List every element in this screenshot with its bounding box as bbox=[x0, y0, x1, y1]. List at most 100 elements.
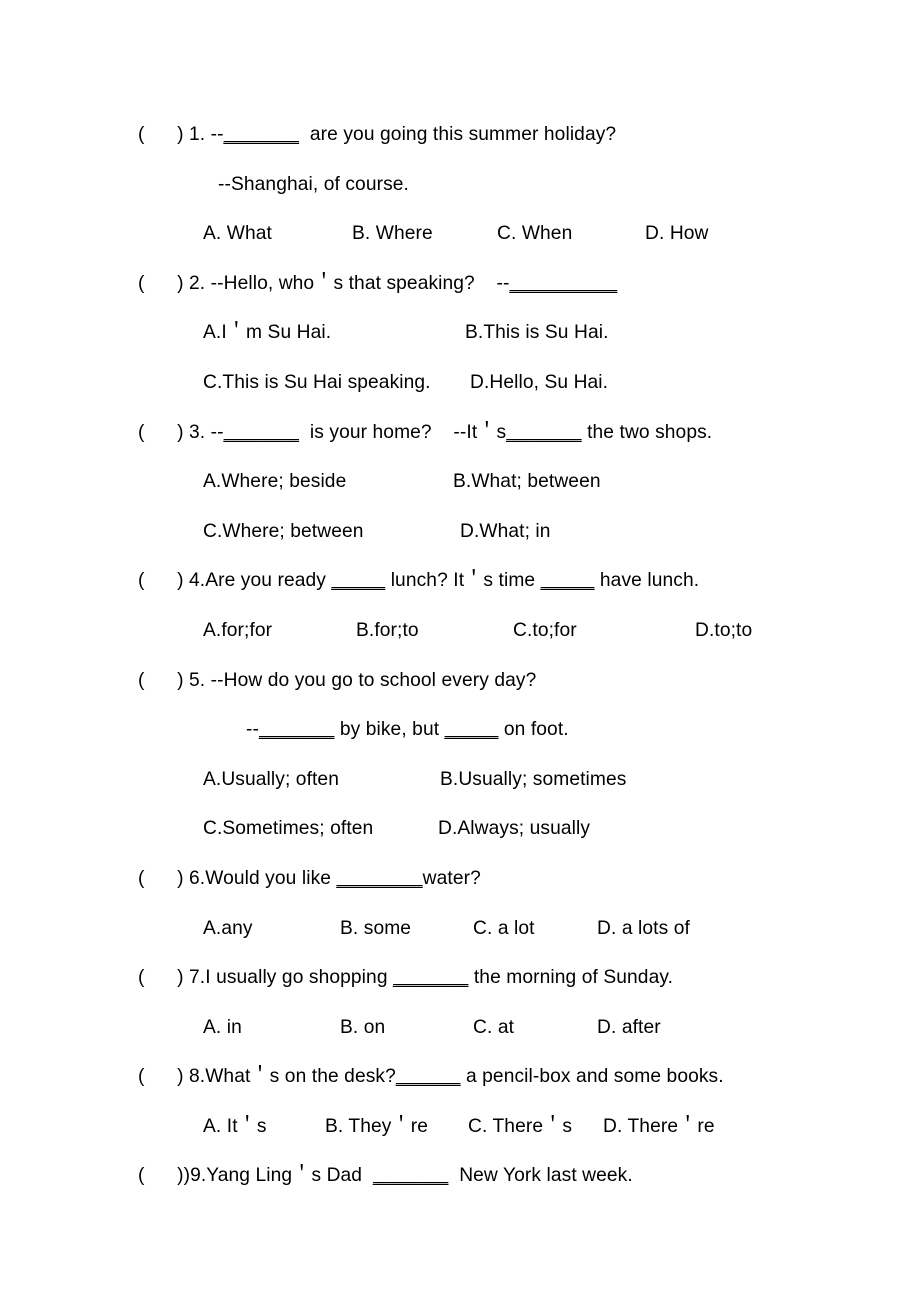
question-2-stem-prefix: 2. --Hello, who＇s that speaking? -- bbox=[183, 272, 510, 294]
answer-bracket-4[interactable]: ( ) bbox=[138, 556, 184, 606]
question-7: ( ) 7.I usually go shopping _______ the … bbox=[0, 953, 920, 1052]
question-2-options-row-2: C.This is Su Hai speaking. D.Hello, Su Ha… bbox=[0, 358, 920, 408]
option-d[interactable]: D.to;to bbox=[695, 606, 752, 656]
option-b[interactable]: B.What; between bbox=[453, 457, 601, 507]
question-7-stem: ( ) 7.I usually go shopping _______ the … bbox=[0, 953, 920, 1003]
question-6-stem-suffix: water? bbox=[422, 867, 481, 889]
question-5-options-row-2: C.Sometimes; often D.Always; usually bbox=[0, 804, 920, 854]
question-3-options-row-1: A.Where; beside B.What; between bbox=[0, 457, 920, 507]
question-5: ( ) 5. --How do you go to school every d… bbox=[0, 656, 920, 854]
question-8-stem: ( ) 8.What＇s on the desk?______ a pencil… bbox=[0, 1052, 920, 1102]
question-3-blank-2: _______ bbox=[506, 421, 582, 443]
option-c[interactable]: C. at bbox=[473, 1003, 597, 1053]
option-d[interactable]: D. a lots of bbox=[597, 904, 690, 954]
option-c[interactable]: C.This is Su Hai speaking. bbox=[203, 358, 470, 408]
question-5-options-row-1: A.Usually; often B.Usually; sometimes bbox=[0, 755, 920, 805]
option-a[interactable]: A. in bbox=[203, 1003, 340, 1053]
option-b[interactable]: B. Where bbox=[352, 209, 497, 259]
question-4-options: A.for;for B.for;to C.to;for D.to;to bbox=[0, 606, 920, 656]
question-5-reply-blank-1: _______ bbox=[258, 719, 335, 741]
answer-bracket-9[interactable]: ( ) bbox=[138, 1151, 184, 1201]
question-4-blank-1: _____ bbox=[331, 570, 386, 592]
worksheet-page: ( ) 1. --_______ are you going this summ… bbox=[0, 0, 920, 1302]
question-1: ( ) 1. --_______ are you going this summ… bbox=[0, 110, 920, 259]
option-c[interactable]: C. There＇s bbox=[468, 1102, 603, 1152]
question-5-reply-suffix: on foot. bbox=[498, 719, 569, 741]
option-d[interactable]: D. There＇re bbox=[603, 1102, 715, 1152]
question-4-stem-suffix: have lunch. bbox=[594, 570, 700, 592]
question-2-blank: __________ bbox=[509, 272, 618, 294]
option-d[interactable]: D.Always; usually bbox=[438, 804, 590, 854]
option-b[interactable]: B.for;to bbox=[356, 606, 513, 656]
option-d[interactable]: D.What; in bbox=[460, 507, 551, 557]
question-1-stem: ( ) 1. --_______ are you going this summ… bbox=[0, 110, 920, 160]
question-4-stem-prefix: 4.Are you ready bbox=[183, 570, 332, 592]
option-b[interactable]: B. They＇re bbox=[325, 1102, 468, 1152]
option-c[interactable]: C.Sometimes; often bbox=[203, 804, 438, 854]
answer-bracket-2[interactable]: ( ) bbox=[138, 259, 184, 309]
option-d[interactable]: D.Hello, Su Hai. bbox=[470, 358, 608, 408]
answer-bracket-7[interactable]: ( ) bbox=[138, 953, 184, 1003]
question-9: ( ))9.Yang Ling＇s Dad _______ New York l… bbox=[0, 1151, 920, 1201]
option-c[interactable]: C.to;for bbox=[513, 606, 695, 656]
answer-bracket-1[interactable]: ( ) bbox=[138, 110, 184, 160]
question-7-blank: _______ bbox=[393, 967, 469, 989]
question-4-blank-2: _____ bbox=[540, 570, 595, 592]
option-a[interactable]: A. What bbox=[203, 209, 352, 259]
answer-bracket-6[interactable]: ( ) bbox=[138, 854, 184, 904]
question-4: ( ) 4.Are you ready _____ lunch? It＇s ti… bbox=[0, 556, 920, 655]
option-a[interactable]: A.I＇m Su Hai. bbox=[203, 308, 465, 358]
question-5-reply-prefix: -- bbox=[246, 719, 259, 741]
question-8-stem-prefix: 8.What＇s on the desk? bbox=[183, 1066, 396, 1088]
question-1-options: A. What B. Where C. When D. How bbox=[0, 209, 920, 259]
question-1-reply: --Shanghai, of course. bbox=[218, 173, 409, 195]
question-6-stem-prefix: 6.Would you like bbox=[183, 867, 337, 889]
option-c[interactable]: C. When bbox=[497, 209, 645, 259]
question-7-stem-prefix: 7.I usually go shopping bbox=[183, 967, 394, 989]
answer-bracket-5[interactable]: ( ) bbox=[138, 656, 184, 706]
option-a[interactable]: A.any bbox=[203, 904, 340, 954]
question-4-stem: ( ) 4.Are you ready _____ lunch? It＇s ti… bbox=[0, 556, 920, 606]
option-c[interactable]: C.Where; between bbox=[203, 507, 460, 557]
question-8-options: A. It＇s B. They＇re C. There＇s D. There＇re bbox=[0, 1102, 920, 1152]
option-a[interactable]: A.Usually; often bbox=[203, 755, 440, 805]
question-3: ( ) 3. --_______ is your home? --It＇s___… bbox=[0, 408, 920, 557]
question-9-stem-suffix: New York last week. bbox=[448, 1165, 633, 1187]
question-2: ( ) 2. --Hello, who＇s that speaking? --_… bbox=[0, 259, 920, 408]
question-3-stem-prefix: 3. -- bbox=[183, 421, 224, 443]
question-list: ( ) 1. --_______ are you going this summ… bbox=[0, 110, 920, 1201]
option-a[interactable]: A.for;for bbox=[203, 606, 356, 656]
question-4-stem-mid: lunch? It＇s time bbox=[385, 570, 541, 592]
question-1-blank: _______ bbox=[223, 124, 300, 145]
question-7-stem-suffix: the morning of Sunday. bbox=[468, 967, 674, 989]
question-5-reply-blank-2: _____ bbox=[444, 719, 499, 741]
question-9-stem: ( ))9.Yang Ling＇s Dad _______ New York l… bbox=[0, 1151, 920, 1201]
question-5-stem-prefix: 5. --How do you go to school every day? bbox=[183, 669, 537, 691]
option-b[interactable]: B. on bbox=[340, 1003, 473, 1053]
option-a[interactable]: A.Where; beside bbox=[203, 457, 453, 507]
option-a[interactable]: A. It＇s bbox=[203, 1102, 325, 1152]
question-6-options: A.any B. some C. a lot D. a lots of bbox=[0, 904, 920, 954]
option-d[interactable]: D. after bbox=[597, 1003, 661, 1053]
question-1-stem-prefix: 1. -- bbox=[183, 124, 224, 145]
option-c[interactable]: C. a lot bbox=[473, 904, 597, 954]
option-b[interactable]: B. some bbox=[340, 904, 473, 954]
question-2-stem: ( ) 2. --Hello, who＇s that speaking? --_… bbox=[0, 259, 920, 309]
question-5-reply: --_______ by bike, but _____ on foot. bbox=[0, 705, 920, 755]
question-3-stem: ( ) 3. --_______ is your home? --It＇s___… bbox=[0, 408, 920, 458]
answer-bracket-8[interactable]: ( ) bbox=[138, 1052, 184, 1102]
option-b[interactable]: B.Usually; sometimes bbox=[440, 755, 626, 805]
question-5-reply-mid: by bike, but bbox=[334, 719, 445, 741]
question-9-stem-prefix: )9.Yang Ling＇s Dad bbox=[183, 1165, 373, 1187]
question-3-stem-suffix: the two shops. bbox=[581, 421, 713, 443]
option-b[interactable]: B.This is Su Hai. bbox=[465, 308, 609, 358]
question-8-stem-suffix: a pencil-box and some books. bbox=[460, 1066, 724, 1088]
question-6: ( ) 6.Would you like ________water? A.an… bbox=[0, 854, 920, 953]
option-d[interactable]: D. How bbox=[645, 209, 709, 259]
question-3-stem-mid: is your home? --It＇s bbox=[299, 421, 507, 443]
question-8: ( ) 8.What＇s on the desk?______ a pencil… bbox=[0, 1052, 920, 1151]
question-9-blank: _______ bbox=[372, 1165, 449, 1187]
question-3-options-row-2: C.Where; between D.What; in bbox=[0, 507, 920, 557]
question-8-blank: ______ bbox=[395, 1066, 461, 1088]
answer-bracket-3[interactable]: ( ) bbox=[138, 408, 184, 458]
